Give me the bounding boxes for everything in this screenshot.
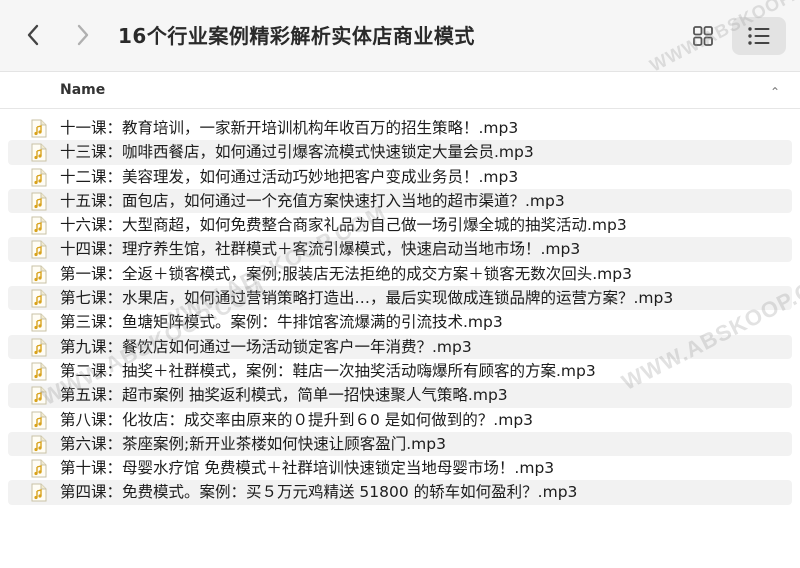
file-name: 第七课：水果店，如何通过营销策略打造出…，最后实现做成连锁品牌的运营方案？.mp…	[60, 289, 674, 308]
file-row[interactable]: 第三课：鱼塘矩阵模式。案例：牛排馆客流爆满的引流技术.mp3	[0, 310, 800, 334]
sort-chevron-up-icon[interactable]: ⌃	[770, 85, 780, 99]
audio-file-icon	[31, 168, 47, 187]
audio-file-icon	[31, 313, 47, 332]
file-name: 第四课：免费模式。案例：买５万元鸡精送 51800 的轿车如何盈利？.mp3	[60, 483, 578, 502]
file-name: 第六课：茶座案例;新开业茶楼如何快速让顾客盈门.mp3	[60, 434, 446, 453]
file-name: 十三课：咖啡西餐店，如何通过引爆客流模式快速锁定大量会员.mp3	[60, 143, 534, 162]
file-row[interactable]: 十二课：美容理发，如何通过活动巧妙地把客户变成业务员！.mp3	[0, 165, 800, 189]
audio-file-icon	[31, 338, 47, 357]
file-name: 第一课：全返＋锁客模式，案例;服装店无法拒绝的成交方案＋锁客无数次回头.mp3	[60, 264, 632, 283]
audio-file-icon	[31, 192, 47, 211]
audio-file-icon	[31, 265, 47, 284]
file-row[interactable]: 第八课：化妆店：成交率由原来的０提升到６0 是如何做到的？.mp3	[0, 408, 800, 432]
file-row[interactable]: 第七课：水果店，如何通过营销策略打造出…，最后实现做成连锁品牌的运营方案？.mp…	[0, 286, 800, 311]
chevron-left-icon	[27, 24, 39, 46]
audio-file-icon	[31, 240, 47, 259]
audio-file-icon	[31, 435, 47, 454]
forward-button[interactable]	[68, 18, 98, 52]
file-name: 第五课：超市案例 抽奖返利模式，简单一招快速聚人气策略.mp3	[60, 386, 508, 405]
back-button[interactable]	[18, 18, 48, 52]
audio-file-icon	[31, 459, 47, 478]
file-row[interactable]: 十三课：咖啡西餐店，如何通过引爆客流模式快速锁定大量会员.mp3	[0, 140, 800, 165]
file-list: 十一课：教育培训，一家新开培训机构年收百万的招生策略！.mp3 十三课：咖啡西餐店…	[0, 116, 800, 506]
file-row[interactable]: 十四课：理疗养生馆，社群模式＋客流引爆模式，快速启动当地市场！.mp3	[0, 237, 800, 263]
audio-file-icon	[31, 411, 47, 430]
list-view-icon	[748, 27, 770, 45]
file-row[interactable]: 第五课：超市案例 抽奖返利模式，简单一招快速聚人气策略.mp3	[0, 383, 800, 408]
audio-file-icon	[31, 119, 47, 138]
file-row[interactable]: 第六课：茶座案例;新开业茶楼如何快速让顾客盈门.mp3	[0, 431, 800, 457]
file-name: 十五课：面包店，如何通过一个充值方案快速打入当地的超市渠道？.mp3	[60, 191, 565, 210]
file-row[interactable]: 十一课：教育培训，一家新开培训机构年收百万的招生策略！.mp3	[0, 116, 800, 140]
window-title: 16个行业案例精彩解析实体店商业模式	[118, 24, 475, 48]
name-column-header[interactable]: Name	[60, 82, 105, 98]
file-row[interactable]: 十六课：大型商超，如何免费整合商家礼品为自己做一场引爆全城的抽奖活动.mp3	[0, 213, 800, 237]
column-header: Name ⌃	[0, 73, 800, 109]
audio-file-icon	[31, 362, 47, 381]
audio-file-icon	[31, 216, 47, 235]
audio-file-icon	[31, 289, 47, 308]
audio-file-icon	[31, 143, 47, 162]
file-name: 第十课：母婴水疗馆 免费模式＋社群培训快速锁定当地母婴市场！.mp3	[60, 459, 555, 478]
audio-file-icon	[31, 483, 47, 502]
file-name: 第八课：化妆店：成交率由原来的０提升到６0 是如何做到的？.mp3	[60, 410, 534, 429]
file-row[interactable]: 第一课：全返＋锁客模式，案例;服装店无法拒绝的成交方案＋锁客无数次回头.mp3	[0, 262, 800, 286]
file-name: 第三课：鱼塘矩阵模式。案例：牛排馆客流爆满的引流技术.mp3	[60, 313, 503, 332]
file-name: 十一课：教育培训，一家新开培训机构年收百万的招生策略！.mp3	[60, 119, 519, 137]
file-row[interactable]: 第十课：母婴水疗馆 免费模式＋社群培训快速锁定当地母婴市场！.mp3	[0, 456, 800, 480]
chevron-right-icon	[77, 24, 89, 46]
file-name: 十二课：美容理发，如何通过活动巧妙地把客户变成业务员！.mp3	[60, 167, 519, 186]
file-row[interactable]: 第四课：免费模式。案例：买５万元鸡精送 51800 的轿车如何盈利？.mp3	[0, 480, 800, 506]
file-row[interactable]: 十五课：面包店，如何通过一个充值方案快速打入当地的超市渠道？.mp3	[0, 188, 800, 214]
